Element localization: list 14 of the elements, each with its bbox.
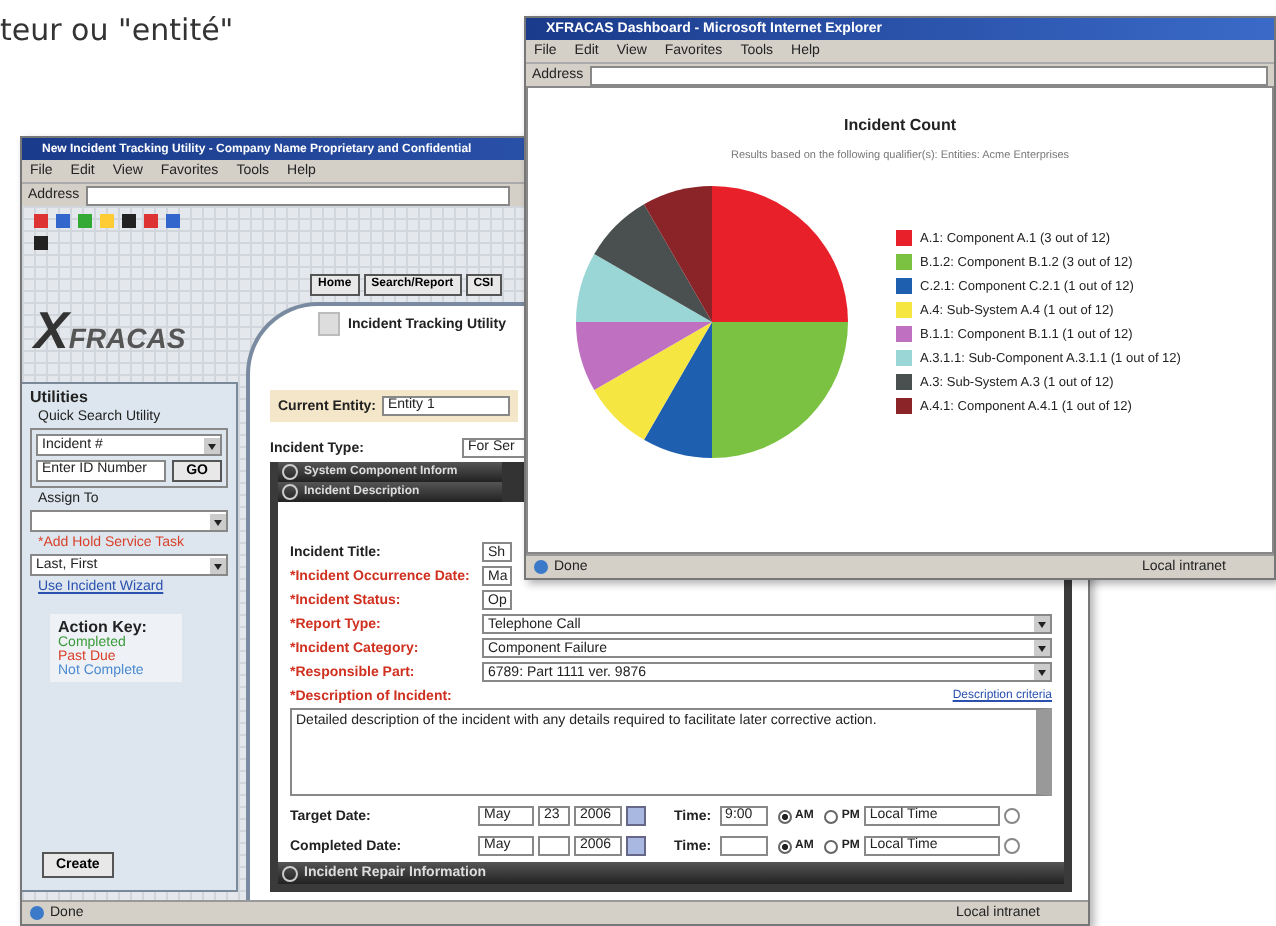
logo-drawing: XFRACAS bbox=[34, 214, 234, 374]
day-field[interactable] bbox=[538, 836, 570, 856]
chart-title: Incident Count bbox=[844, 116, 956, 134]
sidebar-heading: Utilities bbox=[30, 388, 90, 406]
address-field[interactable] bbox=[589, 65, 1268, 85]
action-key-title: Action Key: bbox=[58, 618, 149, 636]
time-field[interactable] bbox=[719, 836, 768, 856]
caption-text: teur ou "entité" bbox=[0, 12, 234, 48]
assign-select[interactable] bbox=[30, 510, 228, 532]
address-field[interactable] bbox=[85, 185, 510, 205]
radio-button[interactable] bbox=[777, 809, 792, 823]
radio-button[interactable] bbox=[823, 839, 838, 853]
radio-button[interactable] bbox=[823, 809, 838, 823]
radio-button[interactable] bbox=[777, 839, 792, 853]
